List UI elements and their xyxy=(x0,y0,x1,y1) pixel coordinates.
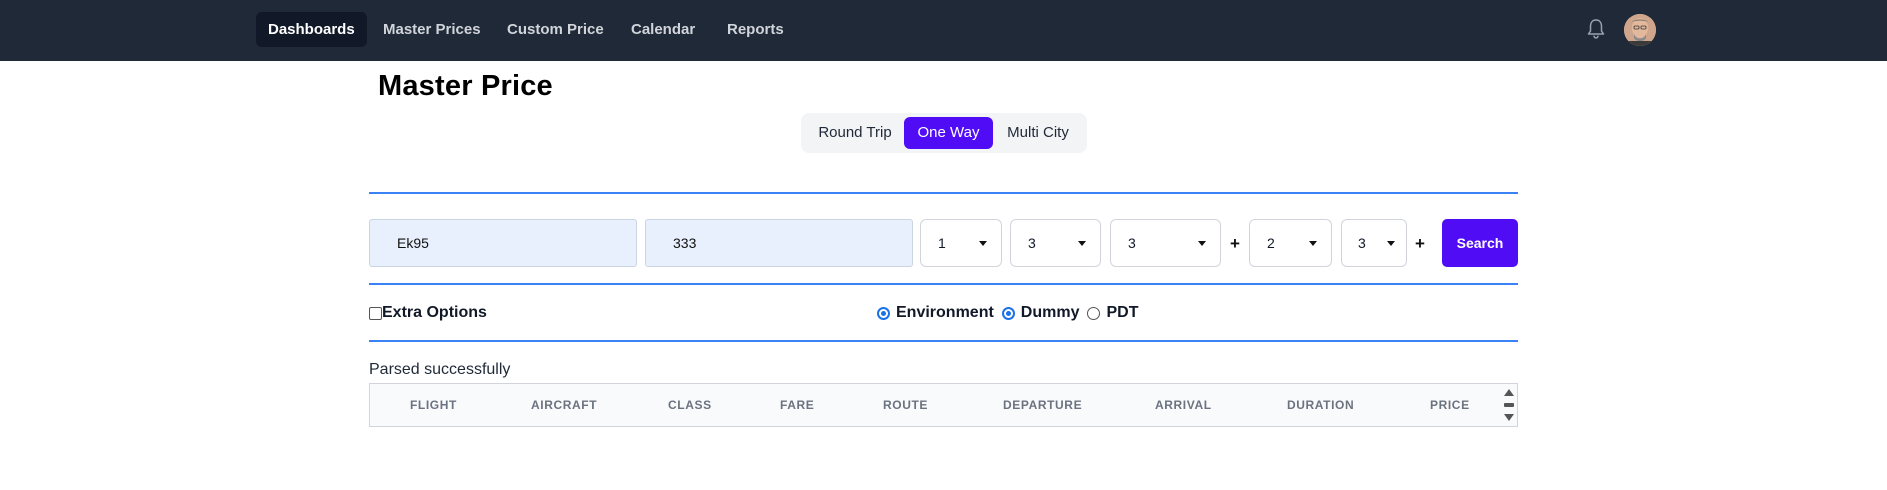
radio-dummy-label: Dummy xyxy=(1020,304,1080,321)
nav-master-prices[interactable]: Master Prices xyxy=(371,12,493,47)
divider-top xyxy=(369,192,1518,194)
divider-bottom xyxy=(369,340,1518,342)
scroll-thumb[interactable] xyxy=(1504,403,1514,407)
nav-custom-price[interactable]: Custom Price xyxy=(495,12,616,47)
children-select-value: 3 xyxy=(1028,235,1036,251)
destination-input[interactable] xyxy=(645,219,913,267)
infants-select-value: 3 xyxy=(1128,235,1136,251)
nav-reports[interactable]: Reports xyxy=(715,12,796,47)
table-scrollbar[interactable] xyxy=(1501,384,1517,426)
extra-options-checkbox[interactable] xyxy=(369,306,382,320)
radio-pdt[interactable] xyxy=(1087,306,1101,320)
plus-sign: + xyxy=(1230,234,1240,253)
chevron-down-icon xyxy=(979,241,987,246)
chevron-down-icon xyxy=(1078,241,1086,246)
nav-dashboards[interactable]: Dashboards xyxy=(256,12,367,47)
trip-type-toggle: Round Trip One Way Multi City xyxy=(801,113,1087,153)
user-photo-icon xyxy=(1624,14,1656,46)
children-select[interactable]: 3 xyxy=(1010,219,1101,267)
scroll-down-icon[interactable] xyxy=(1504,414,1514,421)
count-select[interactable]: 3 xyxy=(1341,219,1407,267)
radio-environment-label: Environment xyxy=(896,304,994,321)
search-button[interactable]: Search xyxy=(1442,219,1518,267)
top-navbar: Dashboards Master Prices Custom Price Ca… xyxy=(0,0,1887,61)
count-select-value: 3 xyxy=(1358,235,1366,251)
column-header-aircraft[interactable]: AIRCRAFT xyxy=(531,384,597,426)
environment-radio-group: Environment Dummy PDT xyxy=(877,304,1146,322)
chevron-down-icon xyxy=(1198,241,1206,246)
chevron-down-icon xyxy=(1387,241,1395,246)
column-header-fare[interactable]: FARE xyxy=(780,384,814,426)
tab-multi-city[interactable]: Multi City xyxy=(993,117,1083,149)
column-header-duration[interactable]: DURATION xyxy=(1287,384,1354,426)
column-header-departure[interactable]: DEPARTURE xyxy=(1003,384,1082,426)
cabin-select-value: 2 xyxy=(1267,235,1275,251)
infants-select[interactable]: 3 xyxy=(1110,219,1221,267)
divider-middle xyxy=(369,283,1518,285)
extra-options: Extra Options xyxy=(369,304,487,322)
tab-round-trip[interactable]: Round Trip xyxy=(805,117,905,149)
avatar[interactable] xyxy=(1624,14,1656,46)
column-header-arrival[interactable]: ARRIVAL xyxy=(1155,384,1212,426)
column-header-route[interactable]: ROUTE xyxy=(883,384,928,426)
chevron-down-icon xyxy=(1309,241,1317,246)
radio-dummy[interactable] xyxy=(1001,306,1015,320)
bell-icon[interactable] xyxy=(1586,18,1606,40)
adults-select-value: 1 xyxy=(938,235,946,251)
scroll-up-icon[interactable] xyxy=(1504,389,1514,396)
plus-sign: + xyxy=(1415,234,1425,253)
cabin-select[interactable]: 2 xyxy=(1249,219,1332,267)
radio-pdt-label: PDT xyxy=(1106,304,1139,321)
column-header-class[interactable]: CLASS xyxy=(668,384,712,426)
extra-options-label: Extra Options xyxy=(382,304,487,321)
page-title: Master Price xyxy=(378,70,553,102)
tab-one-way[interactable]: One Way xyxy=(904,117,993,149)
radio-environment[interactable] xyxy=(877,306,890,320)
column-header-flight[interactable]: FLIGHT xyxy=(410,384,457,426)
column-header-price[interactable]: PRICE xyxy=(1430,384,1470,426)
adults-select[interactable]: 1 xyxy=(920,219,1002,267)
origin-input[interactable] xyxy=(369,219,637,267)
results-table: FLIGHT AIRCRAFT CLASS FARE ROUTE DEPARTU… xyxy=(369,383,1518,427)
nav-calendar[interactable]: Calendar xyxy=(619,12,707,47)
status-message: Parsed successfully xyxy=(369,361,511,378)
